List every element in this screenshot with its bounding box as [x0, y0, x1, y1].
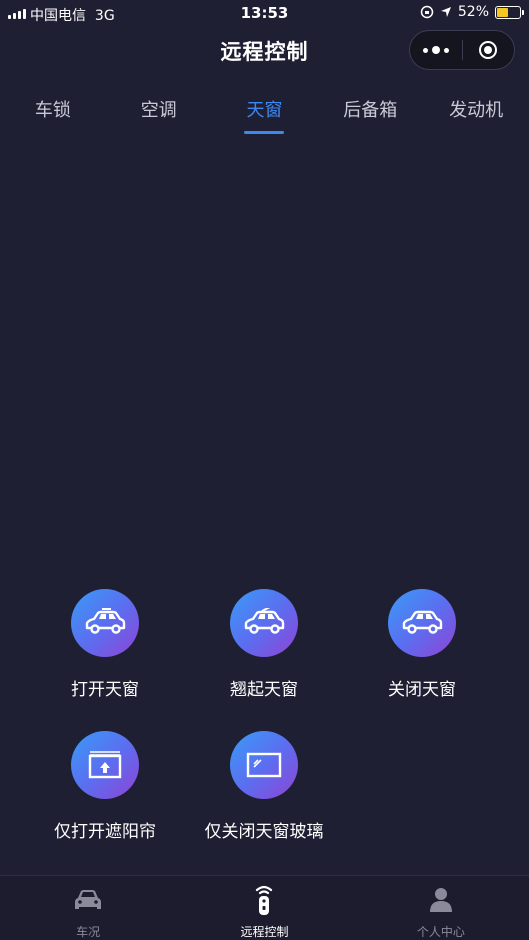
status-bar: 中国电信 3G 13:53 52% — [0, 0, 529, 28]
bottom-tab-car-status[interactable]: 车况 — [0, 876, 176, 940]
bottom-tab-label: 车况 — [76, 925, 101, 939]
bottom-tab-label: 个人中心 — [416, 925, 465, 939]
tilt-sunroof-label: 翘起天窗 — [230, 680, 298, 700]
bottom-tab-personal-center[interactable]: 个人中心 — [353, 876, 529, 940]
remote-key-icon — [256, 885, 273, 915]
mini-program-capsule — [409, 30, 515, 70]
close-sunroof-button[interactable]: 关闭天窗 — [352, 589, 492, 700]
more-button[interactable] — [410, 31, 462, 69]
close-sunroof-label: 关闭天窗 — [388, 680, 456, 700]
bottom-tab-bar: 车况 远程控制 个人中心 — [0, 875, 529, 940]
tab-ac[interactable]: 空调 — [106, 96, 212, 138]
close-mini-program-button[interactable] — [462, 31, 514, 69]
sunroof-glass-close-icon — [246, 752, 282, 778]
open-sunshade-button[interactable]: 仅打开遮阳帘 — [35, 731, 175, 842]
open-sunshade-label: 仅打开遮阳帘 — [54, 822, 156, 842]
target-circle-icon — [479, 41, 498, 59]
tilt-sunroof-button[interactable]: 翘起天窗 — [194, 589, 334, 700]
tab-lock[interactable]: 车锁 — [0, 96, 106, 138]
bottom-tab-remote-control[interactable]: 远程控制 — [176, 876, 352, 940]
person-icon — [429, 888, 452, 912]
location-arrow-icon — [440, 7, 451, 17]
tab-trunk[interactable]: 后备箱 — [317, 96, 423, 138]
open-sunroof-button[interactable]: 打开天窗 — [35, 589, 175, 700]
car-sunroof-tilt-icon — [244, 608, 285, 634]
close-sunroof-glass-button[interactable]: 仅关闭天窗玻璃 — [194, 731, 334, 842]
car-icon — [75, 890, 102, 909]
more-dots-icon — [422, 46, 449, 54]
control-tabs: 车锁 空调 天窗 后备箱 发动机 — [0, 96, 529, 138]
close-sunroof-glass-label: 仅关闭天窗玻璃 — [204, 822, 324, 842]
sunshade-open-icon — [88, 751, 122, 779]
battery-percent: 52% — [457, 4, 489, 20]
car-sunroof-open-icon — [85, 608, 126, 634]
bottom-tab-label: 远程控制 — [240, 925, 289, 939]
tab-sunroof[interactable]: 天窗 — [212, 96, 318, 138]
car-sunroof-close-icon — [402, 610, 443, 634]
open-sunroof-label: 打开天窗 — [71, 680, 139, 700]
battery-icon — [495, 5, 524, 19]
tab-engine[interactable]: 发动机 — [423, 96, 529, 138]
rotation-lock-icon — [420, 5, 434, 19]
